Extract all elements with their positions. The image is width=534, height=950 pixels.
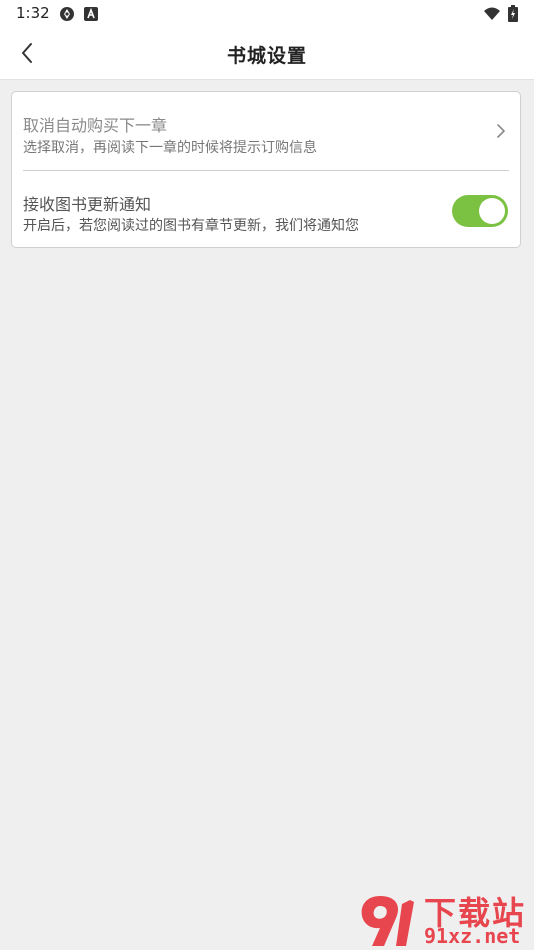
- update-notification-toggle[interactable]: [452, 195, 508, 227]
- setting-description: 选择取消，再阅读下一章的时候将提示订购信息: [23, 140, 317, 156]
- status-time: 1:32: [16, 4, 50, 22]
- wifi-icon: [484, 7, 500, 20]
- watermark: 下载站 91xz.net: [358, 888, 530, 948]
- page-title: 书城设置: [226, 45, 307, 67]
- setting-update-notification: 接收图书更新通知 开启后，若您阅读过的图书有章节更新，我们将通知您: [12, 171, 520, 248]
- watermark-url-text: 91xz.net: [424, 924, 521, 948]
- text-badge-icon: [84, 7, 98, 21]
- watermark-logo-icon: [361, 896, 414, 946]
- drive-icon: [60, 7, 74, 21]
- toggle-knob: [479, 198, 505, 224]
- settings-card: 取消自动购买下一章 选择取消，再阅读下一章的时候将提示订购信息 接收图书更新通知…: [11, 91, 521, 248]
- status-bar: 1:32: [0, 0, 534, 28]
- setting-title: 取消自动购买下一章: [23, 116, 168, 135]
- setting-cancel-auto-buy[interactable]: 取消自动购买下一章 选择取消，再阅读下一章的时候将提示订购信息: [12, 92, 520, 171]
- setting-title: 接收图书更新通知: [23, 195, 152, 214]
- setting-description: 开启后，若您阅读过的图书有章节更新，我们将通知您: [23, 218, 359, 234]
- app-header: 书城设置: [0, 28, 534, 80]
- battery-charging-icon: [508, 5, 518, 22]
- chevron-right-icon: [497, 124, 505, 138]
